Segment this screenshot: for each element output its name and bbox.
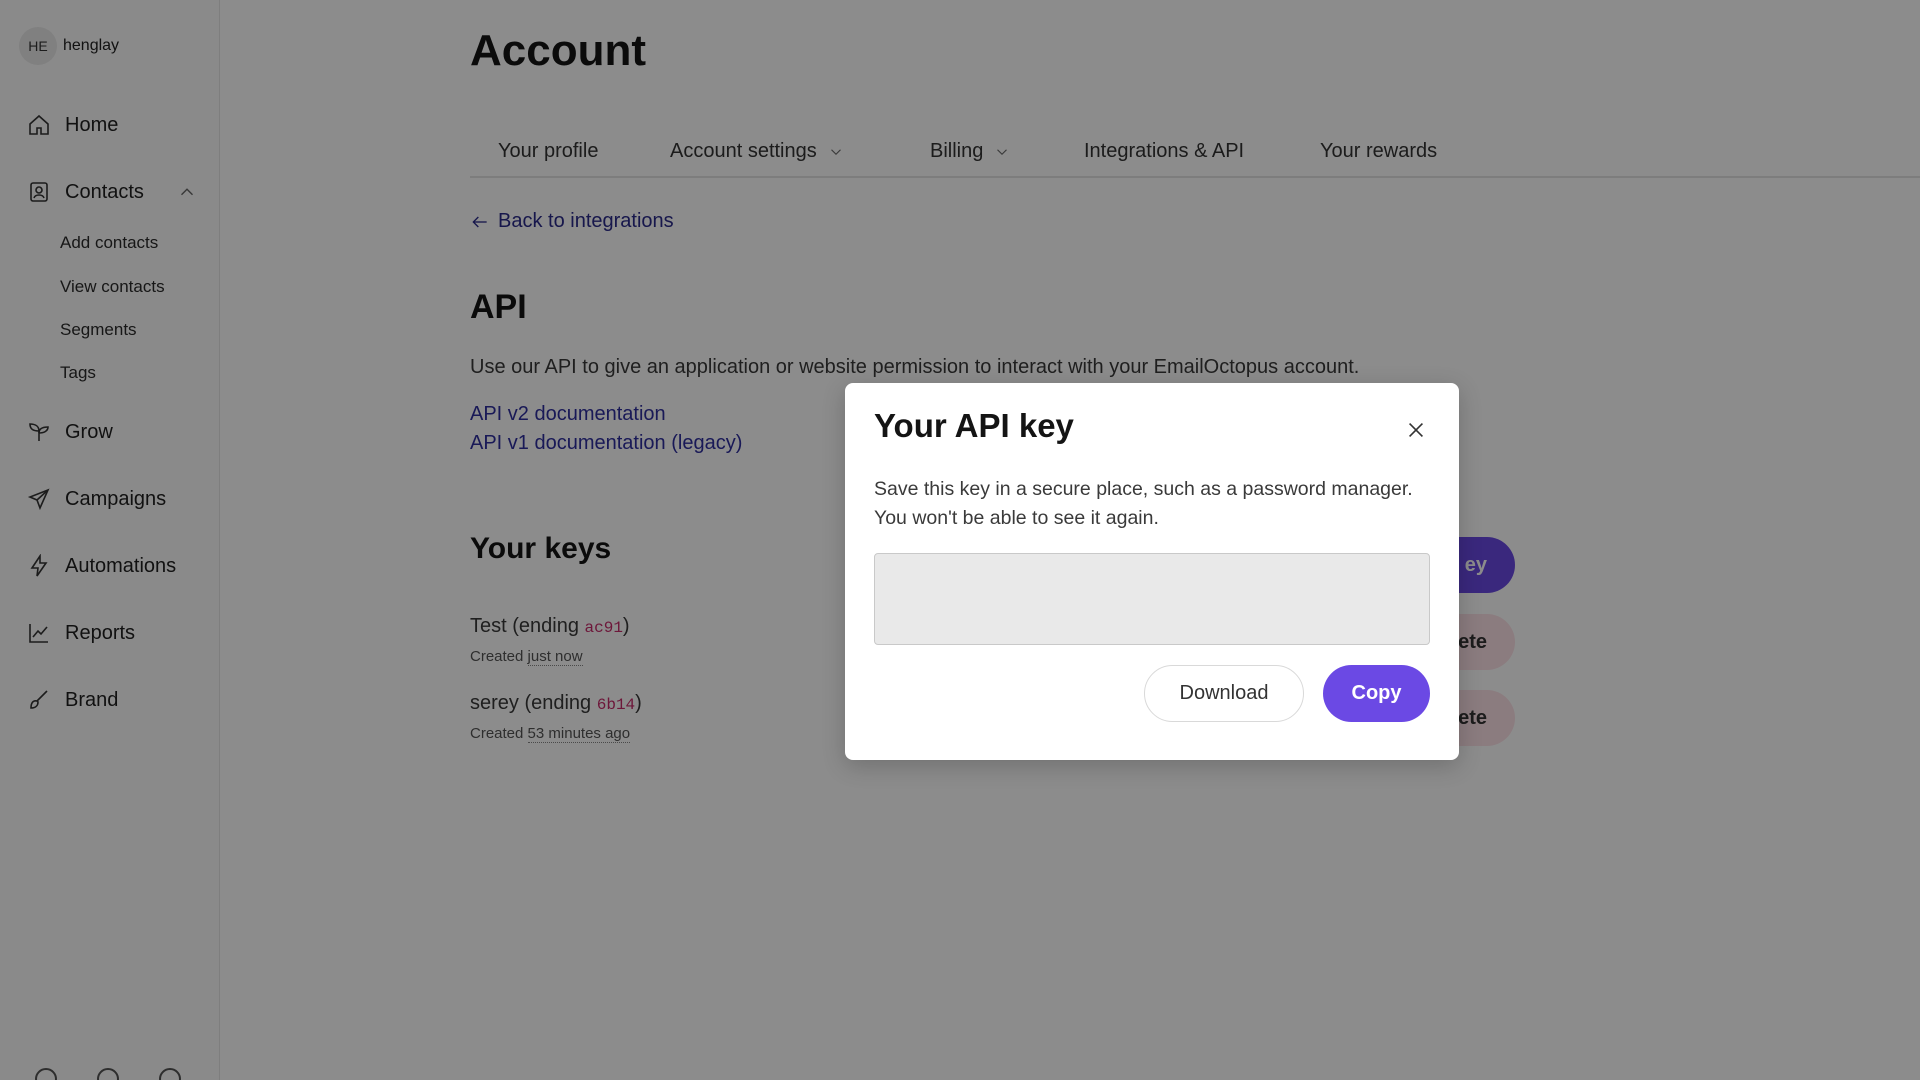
api-key-field[interactable]	[874, 553, 1430, 645]
download-button[interactable]: Download	[1144, 665, 1304, 722]
close-icon[interactable]	[1405, 419, 1427, 441]
copy-button[interactable]: Copy	[1323, 665, 1430, 722]
modal-title: Your API key	[874, 407, 1074, 444]
modal-description: Save this key in a secure place, such as…	[874, 478, 1413, 529]
api-key-modal: Your API key Save this key in a secure p…	[845, 383, 1459, 760]
